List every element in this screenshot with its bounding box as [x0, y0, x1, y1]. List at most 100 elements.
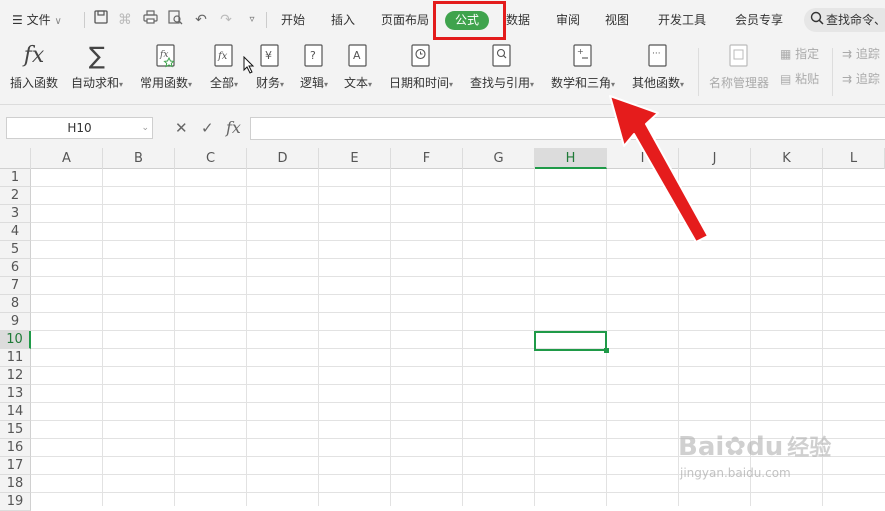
star-function-icon: fx	[155, 44, 177, 68]
insert-function-fx-icon[interactable]: fx	[226, 118, 241, 138]
search-icon	[810, 11, 824, 29]
question-book-icon: ?	[303, 44, 325, 68]
quick-access-dropdown-icon[interactable]: ▿	[243, 10, 261, 30]
annotation-arrow-icon	[609, 95, 709, 243]
grid-icon: ▦	[780, 47, 792, 61]
row-header[interactable]: 8	[0, 295, 31, 313]
column-headers: A B C D E F G H I J K L	[0, 148, 885, 169]
tab-page-layout[interactable]: 页面布局	[381, 0, 429, 40]
svg-text:fx: fx	[217, 51, 228, 62]
clock-book-icon	[410, 44, 432, 68]
tab-home[interactable]: 开始	[281, 0, 305, 40]
specify-button[interactable]: ▦ 指定	[780, 45, 819, 63]
tab-view[interactable]: 视图	[605, 0, 629, 40]
column-header[interactable]: F	[391, 148, 463, 169]
ribbon-formulas: fx 插入函数 ∑ 自动求和▾ fx 常用函数▾ fx 全部▾ ¥ 财务▾ ? …	[0, 40, 885, 105]
yen-book-icon: ¥	[259, 44, 281, 68]
fx-icon: fx	[23, 43, 45, 68]
search-book-icon	[491, 44, 513, 68]
row-header[interactable]: 19	[0, 493, 31, 511]
print-preview-icon[interactable]	[166, 10, 184, 30]
paste-names-button[interactable]: ▤ 粘贴	[780, 70, 819, 88]
search-placeholder: 查找命令、	[826, 13, 885, 27]
svg-text:¥: ¥	[265, 49, 272, 62]
divider	[84, 12, 85, 28]
command-search[interactable]: 查找命令、	[804, 8, 885, 32]
tab-member[interactable]: 会员专享	[735, 0, 783, 40]
column-header[interactable]: C	[175, 148, 247, 169]
row-header[interactable]: 11	[0, 349, 31, 367]
svg-text:?: ?	[310, 49, 316, 62]
active-cell-h10[interactable]	[534, 331, 609, 353]
row-header[interactable]: 7	[0, 277, 31, 295]
row-header[interactable]: 5	[0, 241, 31, 259]
redo-icon[interactable]: ↷	[217, 10, 235, 30]
common-functions-button[interactable]: fx 常用函数▾	[134, 40, 198, 104]
file-menu[interactable]: ☰ 文件 ∨	[12, 0, 62, 40]
cancel-icon[interactable]: ✕	[175, 118, 188, 138]
row-header[interactable]: 14	[0, 403, 31, 421]
math-book-icon: +	[572, 44, 594, 68]
column-header[interactable]: D	[247, 148, 319, 169]
svg-text:A: A	[353, 49, 361, 62]
file-menu-label: 文件	[26, 13, 51, 27]
name-manager-icon	[728, 44, 750, 68]
row-header[interactable]: 15	[0, 421, 31, 439]
fx-book-icon: fx	[213, 44, 235, 68]
trace-icon: ⇉	[842, 72, 853, 86]
date-time-button[interactable]: 日期和时间▾	[384, 40, 458, 104]
row-header[interactable]: 2	[0, 187, 31, 205]
dots-book-icon: ···	[647, 44, 669, 68]
lookup-reference-button[interactable]: 查找与引用▾	[465, 40, 539, 104]
tab-developer[interactable]: 开发工具	[658, 0, 706, 40]
all-functions-button[interactable]: fx 全部▾	[204, 40, 244, 104]
format-painter-icon[interactable]: ⌘	[116, 10, 134, 30]
row-header[interactable]: 13	[0, 385, 31, 403]
column-header[interactable]: E	[319, 148, 391, 169]
column-header[interactable]: G	[463, 148, 535, 169]
formula-input[interactable]	[250, 117, 885, 140]
trace-dependents-button[interactable]: ⇉ 追踪	[842, 70, 880, 88]
column-header[interactable]: B	[103, 148, 175, 169]
hamburger-icon: ☰	[12, 13, 23, 27]
chevron-down-icon[interactable]: ⌄	[141, 118, 149, 138]
formula-bar: H10 ⌄ ✕ ✓ fx	[0, 105, 885, 148]
tab-data[interactable]: 数据	[506, 0, 530, 40]
tab-insert[interactable]: 插入	[331, 0, 355, 40]
divider	[832, 48, 833, 96]
paste-icon: ▤	[780, 72, 792, 86]
row-header[interactable]: 16	[0, 439, 31, 457]
row-header[interactable]: 4	[0, 223, 31, 241]
save-icon[interactable]	[92, 10, 110, 30]
row-header-selected[interactable]: 10	[0, 331, 31, 349]
column-header[interactable]: L	[823, 148, 885, 169]
autosum-button[interactable]: ∑ 自动求和▾	[66, 40, 128, 104]
select-all-corner[interactable]	[0, 148, 31, 169]
column-header[interactable]: A	[31, 148, 103, 169]
column-header-selected[interactable]: H	[535, 148, 607, 169]
svg-text:+: +	[577, 47, 584, 56]
insert-function-button[interactable]: fx 插入函数	[6, 40, 62, 104]
row-header[interactable]: 17	[0, 457, 31, 475]
row-header[interactable]: 1	[0, 169, 31, 187]
logical-button[interactable]: ? 逻辑▾	[294, 40, 334, 104]
row-header[interactable]: 6	[0, 259, 31, 277]
letter-a-book-icon: A	[347, 44, 369, 68]
print-icon[interactable]	[141, 10, 159, 30]
name-box[interactable]: H10 ⌄	[6, 117, 153, 139]
column-header[interactable]: K	[751, 148, 823, 169]
row-header[interactable]: 9	[0, 313, 31, 331]
trace-precedents-button[interactable]: ⇉ 追踪	[842, 45, 880, 63]
row-header[interactable]: 3	[0, 205, 31, 223]
trace-icon: ⇉	[842, 47, 853, 61]
sigma-icon: ∑	[88, 42, 106, 70]
undo-icon[interactable]: ↶	[192, 10, 210, 30]
row-header[interactable]: 18	[0, 475, 31, 493]
row-header[interactable]: 12	[0, 367, 31, 385]
confirm-icon[interactable]: ✓	[201, 118, 214, 138]
cell-grid[interactable]	[31, 169, 885, 506]
tab-review[interactable]: 审阅	[556, 0, 580, 40]
financial-button[interactable]: ¥ 财务▾	[250, 40, 290, 104]
text-functions-button[interactable]: A 文本▾	[338, 40, 378, 104]
svg-text:···: ···	[652, 49, 661, 59]
